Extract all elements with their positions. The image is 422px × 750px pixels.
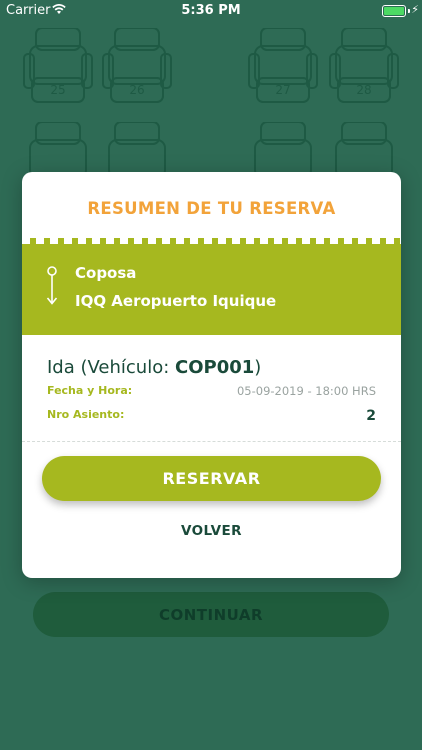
seat-value: 2: [366, 408, 376, 424]
modal-title: RESUMEN DE TU RESERVA: [87, 199, 336, 218]
reservation-summary-modal: RESUMEN DE TU RESERVA Coposa IQQ Aeropue…: [22, 172, 401, 578]
seat-28[interactable]: 28: [328, 28, 400, 108]
seat-26[interactable]: 26: [101, 28, 173, 108]
reservar-button[interactable]: RESERVAR: [42, 456, 381, 501]
divider: [22, 441, 401, 442]
route-band: Coposa IQQ Aeropuerto Iquique: [22, 238, 401, 335]
route-destination: IQQ Aeropuerto Iquique: [75, 292, 277, 310]
volver-button[interactable]: VOLVER: [22, 523, 401, 539]
status-time: 5:36 PM: [181, 3, 241, 18]
trip-suffix: ): [254, 357, 262, 378]
battery-tip: [408, 9, 410, 13]
ticket-perforation: [22, 238, 401, 244]
route-arrow-icon: [46, 266, 58, 310]
battery-icon: [382, 5, 406, 17]
route-origin: Coposa: [75, 264, 137, 282]
seat-number: 25: [50, 83, 66, 97]
seat-label: Nro Asiento:: [47, 408, 125, 421]
date-label: Fecha y Hora:: [47, 384, 133, 397]
date-value: 05-09-2019 - 18:00 HRS: [236, 384, 376, 398]
charging-icon: ⚡: [411, 3, 419, 16]
trip-prefix: Ida (Vehículo:: [47, 357, 176, 378]
continue-button[interactable]: CONTINUAR: [33, 592, 389, 637]
vehicle-code: COP001: [175, 357, 255, 378]
seat-number: 27: [275, 83, 291, 97]
seat-number: 26: [129, 83, 145, 97]
seat-27[interactable]: 27: [247, 28, 319, 108]
trip-title: Ida (Vehículo: COP001): [47, 357, 261, 378]
status-bar: Carrier 5:36 PM ⚡: [0, 0, 422, 22]
seat-number: 28: [356, 83, 372, 97]
seat-25[interactable]: 25: [22, 28, 94, 108]
